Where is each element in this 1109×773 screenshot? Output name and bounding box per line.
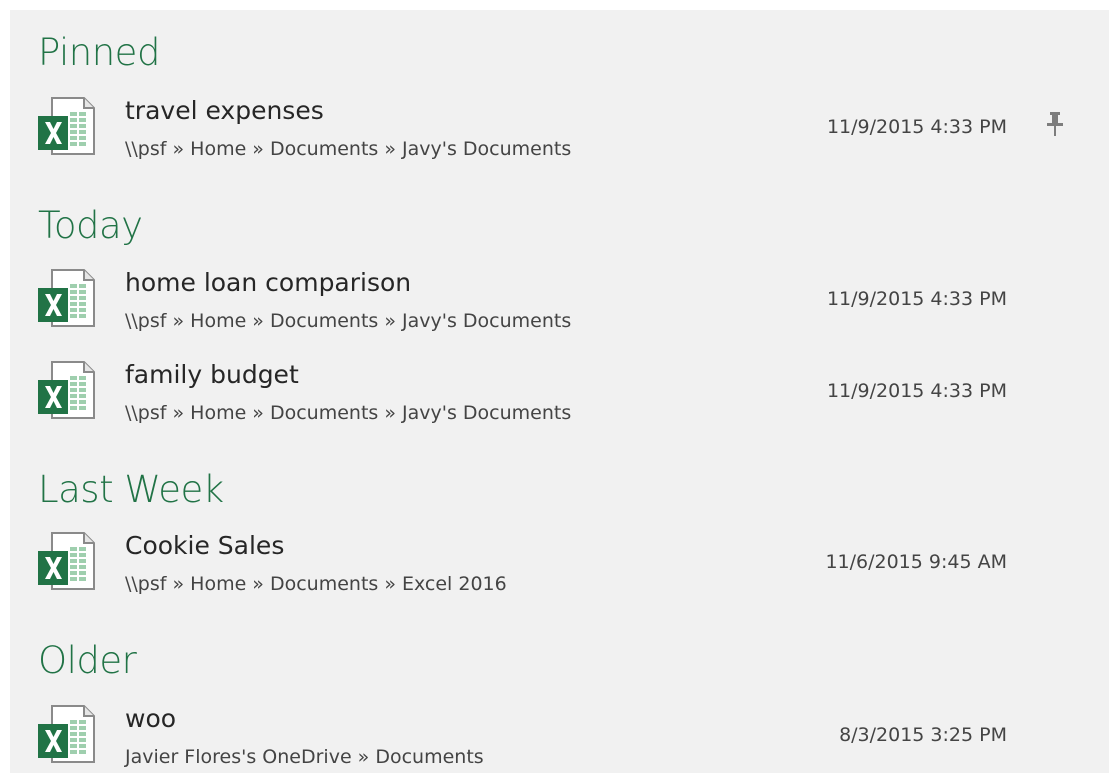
excel-file-icon bbox=[38, 532, 95, 590]
excel-file-icon bbox=[38, 705, 95, 763]
recent-file-cookie-sales[interactable]: Cookie Sales \\psf » Home » Documents » … bbox=[10, 531, 1109, 607]
file-date: 11/9/2015 4:33 PM bbox=[826, 116, 1007, 138]
recent-file-woo[interactable]: woo Javier Flores's OneDrive » Documents… bbox=[10, 704, 1109, 773]
file-path: \\psf » Home » Documents » Javy's Docume… bbox=[125, 310, 572, 332]
recent-file-family-budget[interactable]: family budget \\psf » Home » Documents »… bbox=[10, 360, 1109, 436]
file-path: \\psf » Home » Documents » Javy's Docume… bbox=[125, 138, 572, 160]
file-date: 11/9/2015 4:33 PM bbox=[826, 380, 1007, 402]
file-name[interactable]: home loan comparison bbox=[125, 268, 411, 298]
group-title-today: Today bbox=[38, 204, 143, 247]
group-title-older: Older bbox=[38, 639, 137, 682]
recent-file-travel-expenses[interactable]: travel expenses \\psf » Home » Documents… bbox=[10, 96, 1109, 172]
pin-icon[interactable] bbox=[1043, 110, 1067, 138]
excel-file-icon bbox=[38, 269, 95, 327]
file-name[interactable]: Cookie Sales bbox=[125, 531, 284, 561]
file-name[interactable]: woo bbox=[125, 704, 176, 734]
file-date: 8/3/2015 3:25 PM bbox=[839, 724, 1007, 746]
file-path: \\psf » Home » Documents » Javy's Docume… bbox=[125, 402, 572, 424]
file-date: 11/9/2015 4:33 PM bbox=[826, 288, 1007, 310]
excel-file-icon bbox=[38, 97, 95, 155]
recent-file-home-loan-comparison[interactable]: home loan comparison \\psf » Home » Docu… bbox=[10, 268, 1109, 344]
file-date: 11/6/2015 9:45 AM bbox=[825, 551, 1007, 573]
excel-file-icon bbox=[38, 361, 95, 419]
file-name[interactable]: family budget bbox=[125, 360, 299, 390]
group-title-pinned: Pinned bbox=[38, 31, 160, 74]
recent-files-panel: Pinned travel expenses \\psf » Home » Do… bbox=[10, 10, 1109, 773]
file-path: Javier Flores's OneDrive » Documents bbox=[125, 746, 484, 768]
file-path: \\psf » Home » Documents » Excel 2016 bbox=[125, 573, 507, 595]
group-title-last-week: Last Week bbox=[38, 468, 224, 511]
file-name[interactable]: travel expenses bbox=[125, 96, 324, 126]
